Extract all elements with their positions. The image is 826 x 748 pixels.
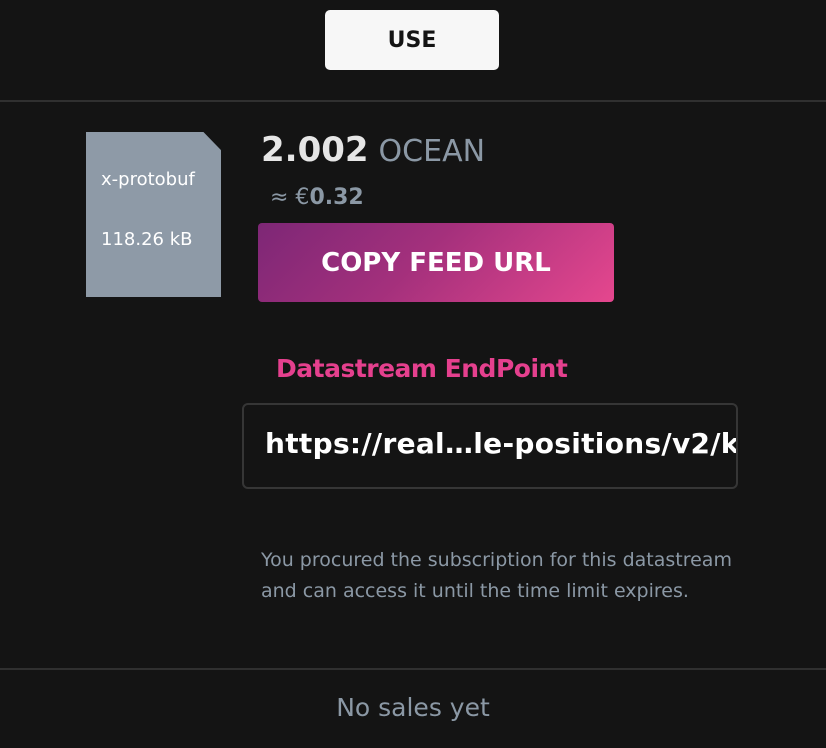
copy-feed-url-button[interactable]: COPY FEED URL xyxy=(258,223,614,302)
price: 2.002 OCEAN xyxy=(261,130,485,178)
price-value: 2.002 xyxy=(261,130,369,170)
use-button[interactable]: USE xyxy=(325,10,499,70)
top-divider xyxy=(0,100,826,102)
endpoint-url-field[interactable]: https://real…le-positions/v2/k xyxy=(242,403,738,489)
sales-status: No sales yet xyxy=(336,693,490,722)
bottom-divider xyxy=(0,668,826,670)
price-token: OCEAN xyxy=(378,134,486,169)
endpoint-url-text[interactable]: https://real…le-positions/v2/k xyxy=(265,427,736,460)
file-type-label: x-protobuf xyxy=(101,169,195,190)
fiat-price: ≈ €0.32 xyxy=(270,185,364,210)
endpoint-label: Datastream EndPoint xyxy=(276,354,568,383)
document-icon: x-protobuf 118.26 kB xyxy=(86,132,221,297)
fiat-approx-symbol: ≈ € xyxy=(270,185,310,210)
file-size-label: 118.26 kB xyxy=(101,229,193,250)
fiat-value: 0.32 xyxy=(309,185,364,210)
subscription-notice: You procured the subscription for this d… xyxy=(261,549,732,602)
